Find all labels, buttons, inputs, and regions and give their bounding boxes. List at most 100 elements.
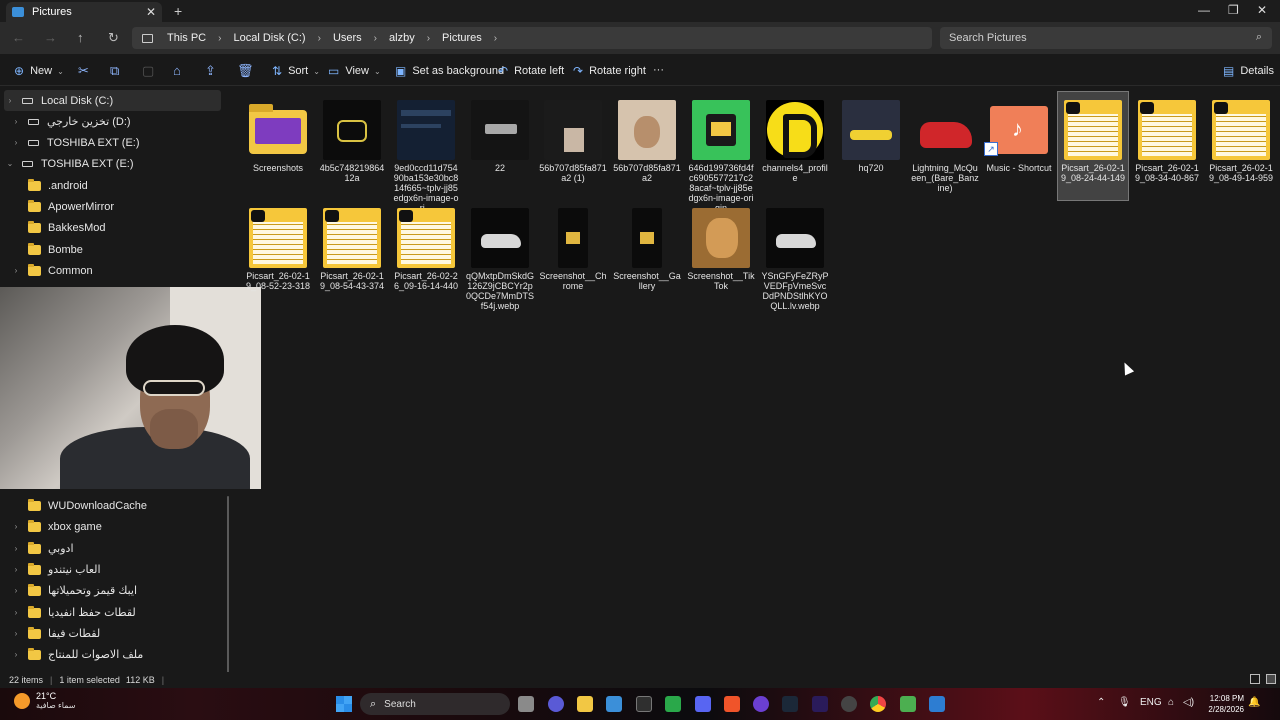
- file-item[interactable]: 4b5c74821986412a: [317, 92, 387, 200]
- address-bar[interactable]: This PC › Local Disk (C:) › Users › alzb…: [132, 27, 932, 49]
- chevron-right-icon[interactable]: ›: [10, 586, 22, 595]
- minimize-button[interactable]: —: [1198, 3, 1210, 17]
- file-item[interactable]: hq720: [836, 92, 906, 200]
- chevron-right-icon[interactable]: ›: [494, 33, 497, 44]
- app-icon[interactable]: [753, 696, 769, 712]
- notification-bell-icon[interactable]: 🔔: [1248, 697, 1260, 708]
- input-language[interactable]: ENG: [1140, 697, 1162, 708]
- sidebar-item-local-disk-c[interactable]: › Local Disk (C:): [4, 90, 221, 111]
- file-item[interactable]: 646d199736fd4fc6905577217c28acaf~tplv-jj…: [686, 92, 756, 213]
- chrome-icon[interactable]: [870, 696, 886, 712]
- refresh-button[interactable]: ↻: [108, 30, 119, 46]
- premiere-icon[interactable]: [812, 696, 828, 712]
- sidebar-item-toshiba-ext-e[interactable]: › TOSHIBA EXT (E:): [10, 132, 232, 153]
- sidebar-item-nvidia-captures[interactable]: › لقطات حفظ انفيديا: [10, 602, 232, 623]
- steam-icon[interactable]: [782, 696, 798, 712]
- sidebar-item-bakkesmod[interactable]: BakkesMod: [10, 217, 232, 238]
- sidebar-item-apowermirror[interactable]: ApowerMirror: [10, 196, 232, 217]
- store-icon[interactable]: [606, 696, 622, 712]
- file-item[interactable]: Picsart_26-02-19_08-54-43-374: [317, 200, 387, 308]
- up-button[interactable]: ↑: [77, 30, 84, 45]
- chevron-right-icon[interactable]: ›: [10, 629, 22, 638]
- chevron-right-icon[interactable]: ›: [218, 33, 221, 44]
- chevron-right-icon[interactable]: ›: [374, 33, 377, 44]
- back-button[interactable]: ←: [12, 30, 25, 45]
- view-button[interactable]: ▭ View ⌄: [328, 64, 381, 78]
- file-item[interactable]: Picsart_26-02-19_08-52-23-318: [243, 200, 313, 308]
- breadcrumb-this-pc[interactable]: This PC: [167, 32, 206, 44]
- file-item[interactable]: 56b707d85fa871a2 (1): [538, 92, 608, 200]
- file-item[interactable]: Lightning_McQueen_(Bare_Banzine): [910, 92, 980, 200]
- file-item[interactable]: YSnGFyFeZRyPVEDFpVmeSvcDdPNDStlhKYOQLL.l…: [760, 200, 830, 311]
- new-button[interactable]: ⊕ New ⌄: [14, 64, 64, 78]
- sidebar-item-nintendo-games[interactable]: › العاب نيتندو: [10, 559, 232, 580]
- teams-icon[interactable]: [548, 696, 564, 712]
- sidebar-item-common[interactable]: › Common: [10, 260, 232, 281]
- brave-icon[interactable]: [724, 696, 740, 712]
- chevron-right-icon[interactable]: ›: [10, 522, 22, 531]
- new-tab-button[interactable]: +: [174, 3, 182, 19]
- search-input[interactable]: Search Pictures ⌕: [940, 27, 1272, 49]
- close-button[interactable]: ✕: [1257, 3, 1267, 17]
- chevron-right-icon[interactable]: ›: [4, 96, 16, 105]
- chevron-down-icon[interactable]: ⌄: [4, 159, 16, 168]
- breadcrumb-alzby[interactable]: alzby: [389, 32, 415, 44]
- volume-icon[interactable]: ◁): [1183, 697, 1194, 708]
- file-item[interactable]: 22: [465, 92, 535, 200]
- tab-close-icon[interactable]: ✕: [146, 5, 156, 19]
- search-icon[interactable]: ⌕: [1256, 31, 1262, 44]
- sidebar-item-drive-d[interactable]: › تخزين خارجي (D:): [10, 111, 232, 132]
- terminal-icon[interactable]: [636, 696, 652, 712]
- rotate-left-button[interactable]: ↶ Rotate left: [498, 64, 564, 78]
- sort-button[interactable]: ⇅ Sort ⌄: [272, 64, 320, 78]
- file-item[interactable]: Picsart_26-02-26_09-16-14-440: [391, 200, 461, 308]
- file-item[interactable]: 9ed0ccd11d75490ba153e30bc814f665~tplv-jj…: [391, 92, 461, 213]
- minecraft-icon[interactable]: [900, 696, 916, 712]
- sidebar-item-xbox-game[interactable]: › xbox game: [10, 516, 232, 537]
- task-view-icon[interactable]: [518, 696, 534, 712]
- breadcrumb-local-disk[interactable]: Local Disk (C:): [233, 32, 305, 44]
- rename-icon[interactable]: ⌂: [173, 63, 181, 78]
- file-item[interactable]: Screenshots: [243, 92, 313, 200]
- delete-icon[interactable]: 🗑: [237, 63, 254, 79]
- taskbar-search[interactable]: ⌕ Search: [360, 693, 510, 715]
- sidebar-item-bombe[interactable]: Bombe: [10, 239, 232, 260]
- sidebar-item-epic-games[interactable]: › ايبك قيمز وتحميلاتها: [10, 580, 232, 601]
- details-button[interactable]: ▤ Details: [1223, 64, 1274, 78]
- chevron-right-icon[interactable]: ›: [10, 138, 22, 147]
- discord-icon[interactable]: [695, 696, 711, 712]
- chevron-right-icon[interactable]: ›: [10, 544, 22, 553]
- large-icons-view-icon[interactable]: [1266, 674, 1276, 684]
- paste-icon[interactable]: ▢: [142, 63, 154, 79]
- cut-icon[interactable]: ✂: [78, 63, 89, 79]
- file-explorer-icon[interactable]: [577, 696, 593, 712]
- sidebar-item-fifa-captures[interactable]: › لقطات فيفا: [10, 623, 232, 644]
- tab-pictures[interactable]: Pictures ✕: [6, 2, 162, 22]
- sidebar-item-adobe[interactable]: › ادوبي: [10, 538, 232, 559]
- file-item[interactable]: 56b707d85fa871a2: [612, 92, 682, 200]
- chevron-right-icon[interactable]: ›: [10, 266, 22, 275]
- chevron-right-icon[interactable]: ›: [10, 565, 22, 574]
- clock[interactable]: 12:08 PM 2/28/2026: [1198, 693, 1244, 715]
- chevron-right-icon[interactable]: ›: [10, 608, 22, 617]
- file-item[interactable]: channels4_profile: [760, 92, 830, 200]
- network-icon[interactable]: ⌂: [1168, 697, 1174, 708]
- breadcrumb-pictures[interactable]: Pictures: [442, 32, 482, 44]
- maximize-button[interactable]: ❐: [1228, 3, 1239, 17]
- breadcrumb-users[interactable]: Users: [333, 32, 362, 44]
- more-options-button[interactable]: ···: [653, 64, 664, 76]
- file-item[interactable]: Screenshot__Chrome: [538, 200, 608, 308]
- chevron-right-icon[interactable]: ›: [427, 33, 430, 44]
- file-item[interactable]: Picsart_26-02-19_08-49-14-959: [1206, 92, 1276, 200]
- sidebar-item-montage-sounds[interactable]: › ملف الاصوات للمنتاج: [10, 644, 232, 665]
- file-item[interactable]: Picsart_26-02-19_08-34-40-867: [1132, 92, 1202, 200]
- obs-icon[interactable]: [841, 696, 857, 712]
- weather-widget[interactable]: 21°C سماء صافية: [14, 691, 76, 711]
- forward-button[interactable]: →: [44, 30, 57, 45]
- sidebar-item-wudownloadcache[interactable]: WUDownloadCache: [10, 495, 232, 516]
- start-button[interactable]: [336, 696, 352, 712]
- sidebar-item-android[interactable]: .android: [10, 175, 232, 196]
- chevron-right-icon[interactable]: ›: [10, 650, 22, 659]
- microphone-icon[interactable]: 🎙: [1118, 697, 1131, 708]
- set-as-background-button[interactable]: ▣ Set as background: [395, 64, 504, 78]
